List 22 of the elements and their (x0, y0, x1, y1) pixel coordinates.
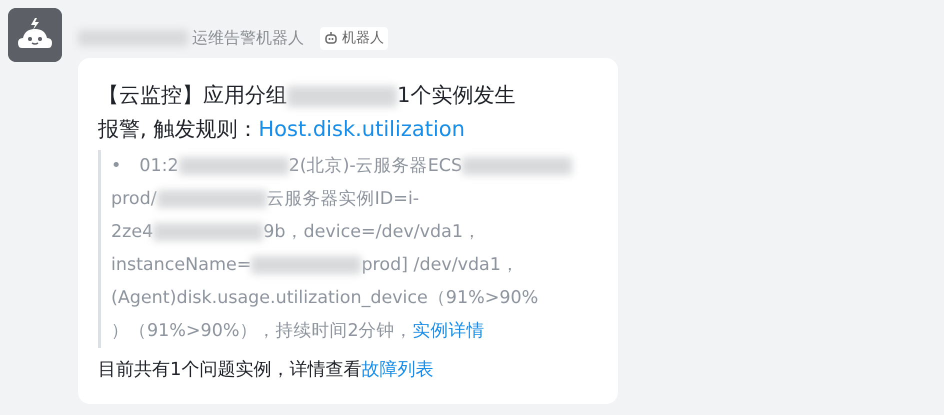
bullet: • (111, 156, 122, 176)
alert-detail-text: 2ze4 (111, 222, 154, 242)
link[interactable]: Host.disk.utilization (258, 117, 465, 141)
message-text: 【云监控】应用分组 (98, 83, 287, 107)
alert-detail-text: ）（91%>90%），持续时间2分钟， (111, 321, 413, 341)
link[interactable]: 故障列表 (361, 359, 434, 380)
sender-name: 运维告警机器人 (192, 27, 304, 49)
link[interactable]: 实例详情 (412, 321, 485, 341)
robot-avatar-icon (8, 8, 62, 62)
message-text: 报警, 触发规则： (98, 117, 258, 141)
alert-detail-text: prod] /dev/vda1， (361, 255, 519, 275)
bot-tag: 机器人 (320, 26, 388, 50)
alert-detail-text: (Agent)disk.usage.utilization_device（91%>90% (111, 288, 538, 308)
alert-detail-text: instanceName= (111, 255, 252, 275)
summary-text: 目前共有1个问题实例，详情查看 (98, 359, 362, 380)
alert-detail-text: 9b，device=/dev/vda1， (263, 222, 481, 242)
alert-detail-text: 01:2 (139, 156, 179, 176)
robot-icon (324, 31, 338, 45)
message-text: 1个实例发生 (397, 83, 516, 107)
alert-detail-text: 2(北京)-云服务器ECS (288, 156, 462, 176)
alert-detail-text: prod/ (111, 189, 157, 209)
alert-detail-text: 云服务器实例ID=i- (266, 189, 420, 209)
